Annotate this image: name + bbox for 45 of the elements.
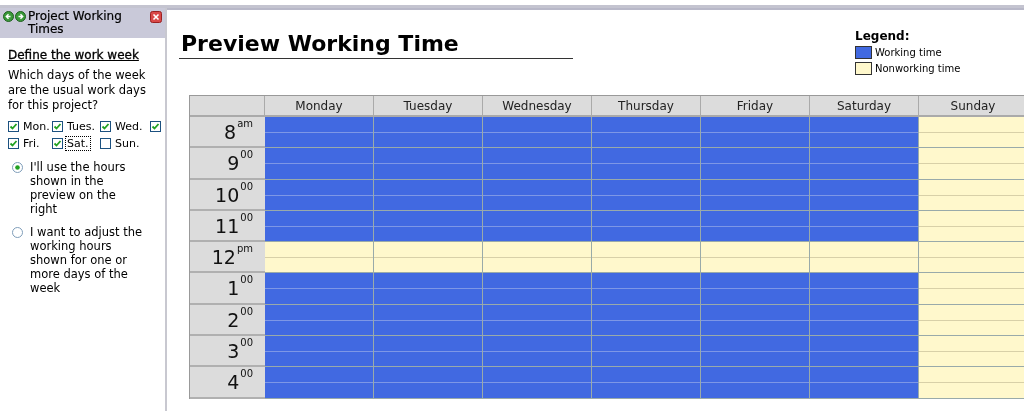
checkbox-label[interactable]: Tues. xyxy=(65,119,97,134)
checkbox[interactable] xyxy=(8,138,19,149)
time-label: 9$^{00}$ xyxy=(190,148,265,180)
time-label: 4$^{00}$ xyxy=(190,367,265,399)
radio-button[interactable] xyxy=(12,227,23,238)
back-icon[interactable] xyxy=(3,11,14,22)
time-label: 10$^{00}$ xyxy=(190,179,265,211)
checkbox-label[interactable]: Sun. xyxy=(113,136,142,151)
radio-button[interactable] xyxy=(12,162,23,173)
checkbox[interactable] xyxy=(8,121,19,132)
time-label: 11$^{00}$ xyxy=(190,210,265,243)
time-label: 8$^{am}$ xyxy=(190,117,265,149)
column-header: Saturday xyxy=(810,96,919,117)
radio-label[interactable]: I want to adjust the working hours shown for one or more days of the week xyxy=(30,225,142,295)
radio-label[interactable]: I'll use the hours shown in the preview on the right xyxy=(30,160,142,216)
column-header: Monday xyxy=(265,96,374,117)
close-icon[interactable] xyxy=(150,11,162,23)
legend-swatch xyxy=(855,61,872,75)
section-heading: Define the work week xyxy=(8,48,140,62)
checkbox[interactable] xyxy=(100,121,111,132)
checkbox[interactable] xyxy=(52,121,63,132)
legend-title: Legend: xyxy=(855,29,911,44)
checkbox-label[interactable]: Fri. xyxy=(21,136,42,151)
legend-label: Nonworking time xyxy=(875,62,961,74)
checkbox[interactable] xyxy=(150,121,161,132)
time-label: 2$^{00}$ xyxy=(190,304,265,337)
checkbox-label[interactable]: Sat. xyxy=(65,136,91,151)
question-text: Which days of the week are the usual work days for this project? xyxy=(8,68,147,113)
legend-swatch xyxy=(855,45,872,59)
legend-label: Working time xyxy=(875,46,942,58)
column-header: Sunday xyxy=(919,96,1024,117)
time-label: 3$^{00}$ xyxy=(190,336,265,368)
checkbox[interactable] xyxy=(100,138,111,149)
column-header: Thursday xyxy=(592,96,701,117)
pane-title: Project Working Times xyxy=(28,10,123,36)
column-header: Friday xyxy=(701,96,810,117)
forward-icon[interactable] xyxy=(15,11,26,22)
time-label: 1$^{00}$ xyxy=(190,273,265,305)
column-header: Tuesday xyxy=(374,96,483,117)
column-header: Wednesday xyxy=(483,96,592,117)
preview-title: Preview Working Time xyxy=(179,29,573,59)
checkbox-label[interactable]: Wed. xyxy=(113,119,145,134)
checkbox[interactable] xyxy=(52,138,63,149)
checkbox-label[interactable]: Mon. xyxy=(21,119,52,134)
time-label: 12$^{pm}$ xyxy=(190,242,265,274)
